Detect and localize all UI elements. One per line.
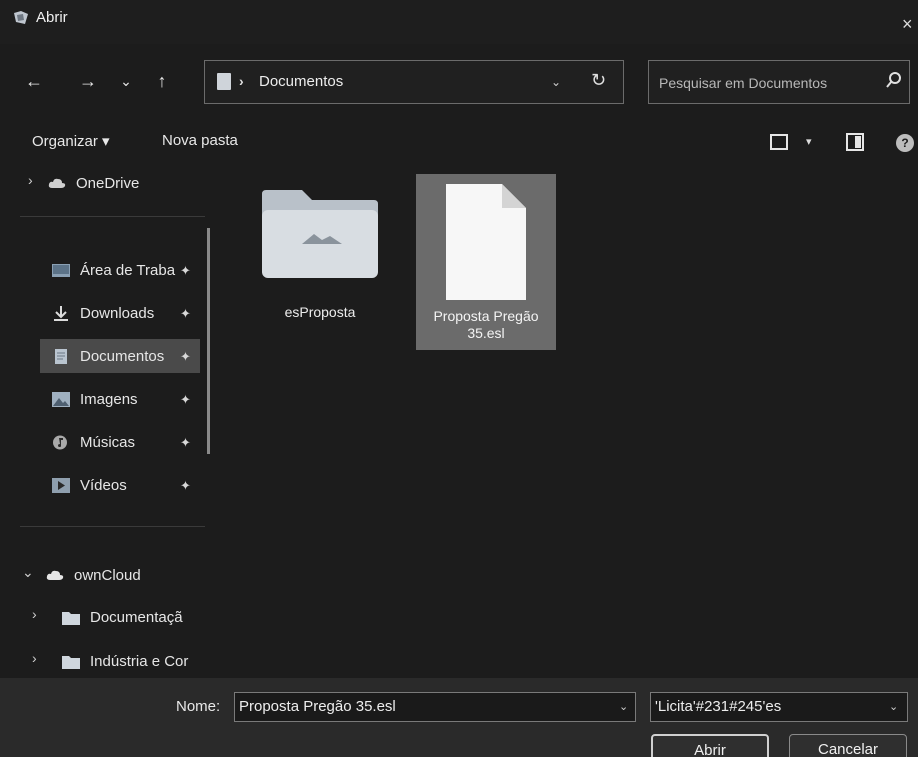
up-arrow-icon[interactable]: ↑ [150,68,174,94]
new-folder-button[interactable]: Nova pasta [162,132,238,149]
sidebar-item-documentacao[interactable]: Documentaçã [62,600,183,634]
view-options-icon[interactable] [770,134,788,150]
file-name-history-chevron-icon[interactable]: ⌄ [619,700,628,713]
open-file-dialog: Abrir × ← → ⌄ ↑ › Documentos ⌄ ↻ Organiz… [0,0,918,757]
app-icon [14,11,28,24]
document-icon [446,184,526,300]
search-box[interactable] [648,60,910,104]
desktop-icon [52,263,70,277]
window-title: Abrir [36,9,68,26]
file-name-value[interactable]: Proposta Pregão 35.esl [239,698,396,715]
refresh-icon[interactable]: ↻ [591,70,606,91]
navigation-pane: › OneDrive Área de Traba ✦ Downloads ✦ D… [0,160,214,680]
close-icon[interactable]: × [902,14,913,35]
view-options-chevron-icon[interactable]: ▾ [806,135,812,148]
file-item-proposta-pregao[interactable]: Proposta Pregão 35.esl [416,174,556,350]
file-name-input[interactable]: Proposta Pregão 35.esl ⌄ [234,692,636,722]
pin-icon: ✦ [180,263,191,278]
music-icon [53,435,67,449]
download-icon [54,305,68,321]
expand-chevron-icon[interactable]: › [32,606,37,622]
breadcrumb-documentos[interactable]: Documentos [259,73,343,90]
videos-icon [52,477,70,493]
file-type-chevron-icon[interactable]: ⌄ [889,700,898,713]
sidebar-item-label: Downloads [80,304,155,322]
title-bar: Abrir × [0,0,918,44]
cloud-icon [48,178,66,188]
file-list: esProposta Proposta Pregão 35.esl [222,160,918,680]
sidebar-item-onedrive[interactable]: OneDrive [48,166,139,200]
cancel-button[interactable]: Cancelar [789,734,907,757]
folder-item-esproposta[interactable]: esProposta [250,174,390,350]
search-input[interactable] [657,71,871,95]
expand-chevron-icon[interactable]: › [28,172,33,188]
sidebar-item-label: Documentaçã [90,608,183,626]
forward-arrow-icon[interactable]: → [76,68,100,94]
recent-locations-chevron-icon[interactable]: ⌄ [114,68,138,94]
footer-bar: Nome: Proposta Pregão 35.esl ⌄ 'Licita'#… [0,678,918,757]
documents-icon [55,348,67,364]
file-type-select[interactable]: 'Licita'#231#245'es ⌄ [650,692,908,722]
file-type-value: 'Licita'#231#245'es [655,698,782,715]
sidebar-item-industria[interactable]: Indústria e Cor [62,644,188,678]
divider [20,526,205,527]
folder-icon [62,611,80,625]
address-bar[interactable]: › Documentos ⌄ ↻ [204,60,624,104]
pin-icon: ✦ [180,349,191,364]
sidebar-item-label: Documentos [80,347,165,365]
pin-icon: ✦ [180,392,191,407]
sidebar-item-label: ownCloud [74,566,141,584]
expand-chevron-icon[interactable]: › [32,650,37,666]
back-arrow-icon[interactable]: ← [22,68,46,94]
sidebar-item-videos[interactable]: Vídeos [40,468,200,502]
sidebar-scrollbar[interactable] [207,228,210,454]
sidebar-item-pictures[interactable]: Imagens [40,382,200,416]
sidebar-item-label: Indústria e Cor [90,652,189,670]
sidebar-item-desktop[interactable]: Área de Traba [40,253,200,287]
pin-icon: ✦ [180,435,191,450]
file-name: esProposta [284,304,356,320]
sidebar-item-music[interactable]: Músicas [40,425,200,459]
pictures-icon [52,391,70,407]
help-icon[interactable]: ? [896,134,914,152]
divider [20,216,205,217]
address-history-chevron-icon[interactable]: ⌄ [551,75,561,89]
sidebar-item-downloads[interactable]: Downloads [40,296,200,330]
sidebar-item-label: Vídeos [80,476,127,494]
breadcrumb-separator-icon: › [239,73,244,89]
file-name-line2: 35.esl [467,325,505,341]
folder-icon [262,190,378,278]
file-name-label: Nome: [176,698,221,715]
sidebar-item-documents[interactable]: Documentos [40,339,200,373]
collapse-chevron-icon[interactable]: ⌄ [22,564,34,581]
cloud-icon [46,570,64,580]
documents-icon [217,73,231,90]
open-button[interactable]: Abrir [651,734,769,757]
folder-icon [62,655,80,669]
file-name-line1: Proposta Pregão [433,308,539,324]
pin-icon: ✦ [180,306,191,321]
preview-pane-icon[interactable] [846,133,864,151]
search-icon[interactable] [885,71,903,91]
sidebar-item-label: Músicas [80,433,136,451]
sidebar-item-label: Área de Traba [80,261,176,279]
sidebar-item-label: Imagens [80,390,138,408]
pin-icon: ✦ [180,478,191,493]
organize-menu-button[interactable]: Organizar ▾ [32,132,110,150]
sidebar-item-owncloud[interactable]: ownCloud [46,558,141,592]
sidebar-item-label: OneDrive [76,174,140,192]
